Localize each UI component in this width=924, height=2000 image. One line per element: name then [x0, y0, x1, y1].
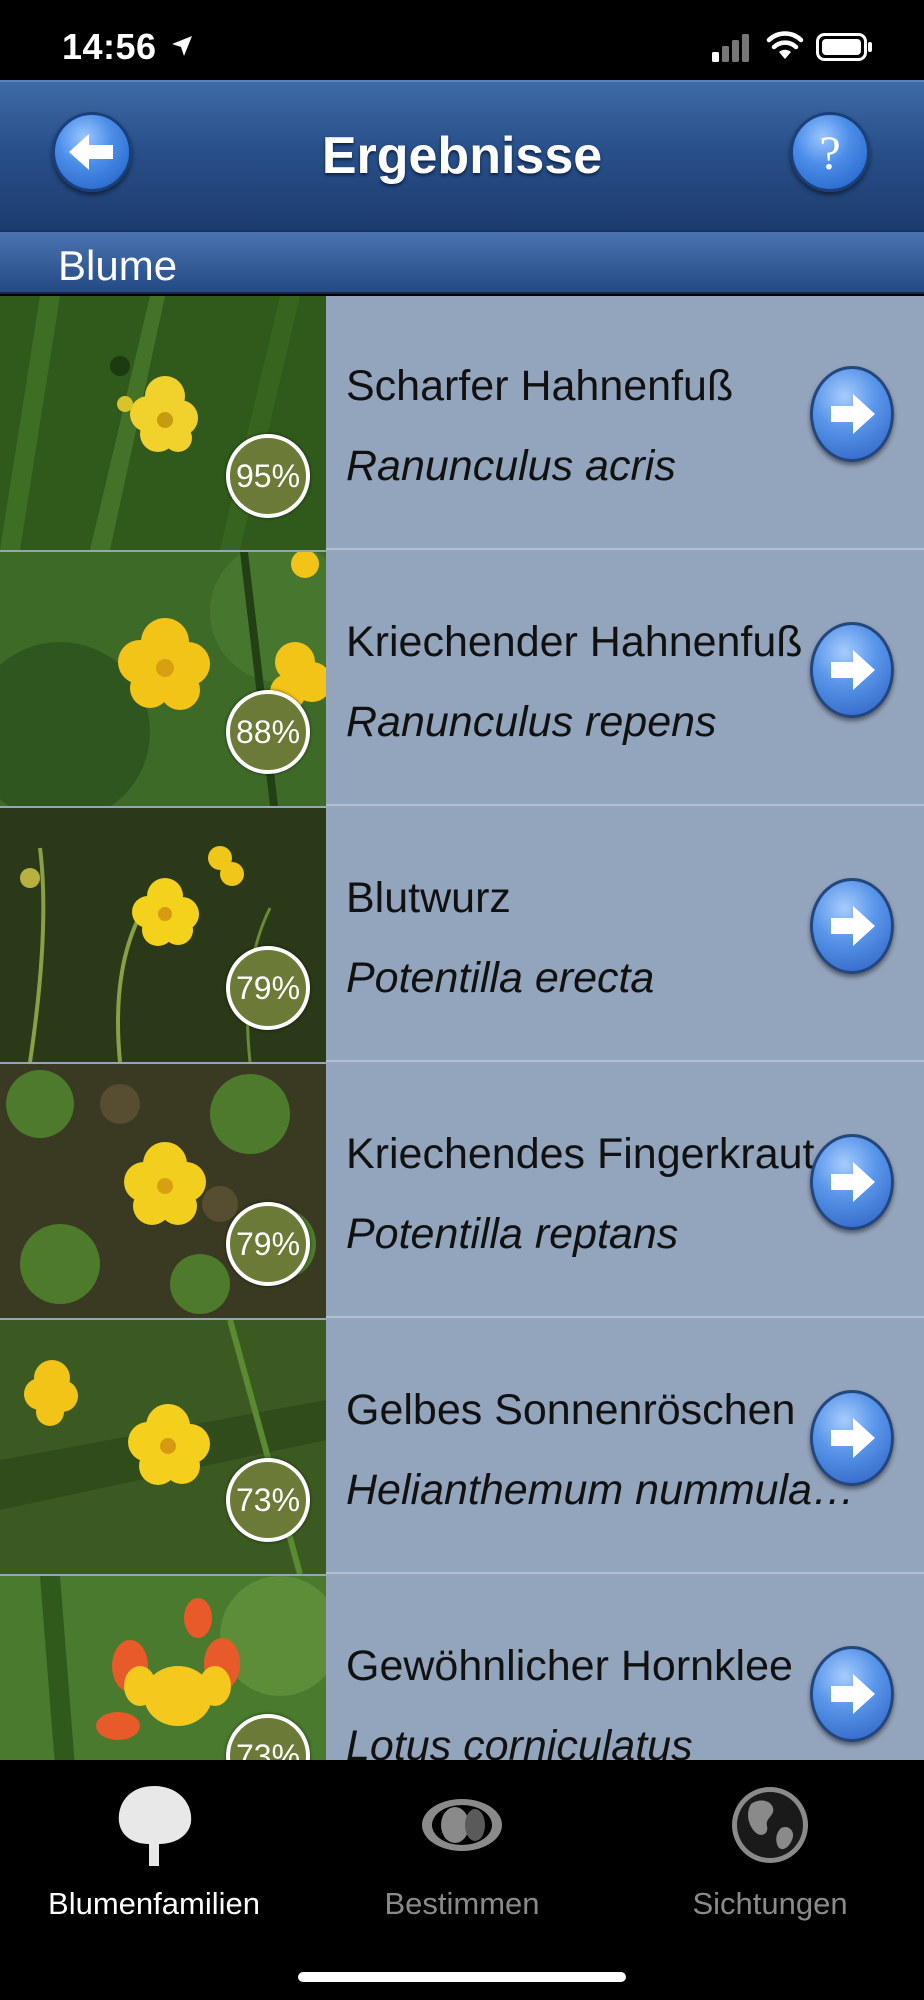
- detail-arrow-button[interactable]: [810, 366, 894, 462]
- common-name: Blutwurz: [346, 874, 511, 922]
- svg-text:?: ?: [819, 127, 840, 180]
- help-button[interactable]: ?: [790, 112, 870, 192]
- forward-arrow-icon: [831, 650, 875, 690]
- result-row[interactable]: 73% Gewöhnlicher Hornklee Lotus cornicul…: [0, 1576, 924, 1760]
- eye-icon: [422, 1799, 502, 1851]
- question-mark-icon: ?: [819, 127, 840, 180]
- navigation-bar: Ergebnisse ?: [0, 80, 924, 230]
- tab-label: Sichtungen: [692, 1886, 848, 1921]
- flower-photo: 95%: [0, 296, 326, 550]
- forward-arrow-icon: [831, 906, 875, 946]
- latin-name: Potentilla erecta: [346, 954, 655, 1002]
- forward-arrow-icon: [831, 1162, 875, 1202]
- detail-arrow-button[interactable]: [810, 1134, 894, 1230]
- match-percent-badge: 79%: [226, 946, 310, 1030]
- tab-label: Blumenfamilien: [48, 1886, 260, 1921]
- match-percent-badge: 79%: [226, 1202, 310, 1286]
- wifi-icon: [766, 31, 804, 59]
- common-name: Kriechender Hahnenfuß: [346, 618, 803, 666]
- location-arrow-icon: [172, 36, 192, 56]
- section-label: Blume: [58, 242, 178, 289]
- common-name: Gewöhnlicher Hornklee: [346, 1642, 793, 1690]
- flower-photo: 88%: [0, 552, 326, 806]
- common-name: Kriechendes Fingerkraut: [346, 1130, 815, 1178]
- match-percent-badge: 88%: [226, 690, 310, 774]
- forward-arrow-icon: [831, 394, 875, 434]
- result-row[interactable]: 88% Kriechender Hahnenfuß Ranunculus rep…: [0, 552, 924, 806]
- flower-photo: 79%: [0, 808, 326, 1062]
- tab-sichtungen[interactable]: Sichtungen: [616, 1760, 924, 1940]
- flower-photo: 73%: [0, 1320, 326, 1574]
- home-indicator: [298, 1972, 626, 1982]
- detail-arrow-button[interactable]: [810, 1646, 894, 1742]
- match-percent-badge: 73%: [226, 1458, 310, 1542]
- battery-icon: [816, 33, 872, 61]
- flower-photo: 79%: [0, 1064, 326, 1318]
- tree-icon: [118, 1786, 192, 1866]
- latin-name: Lotus corniculatus: [346, 1722, 693, 1760]
- latin-name: Potentilla reptans: [346, 1210, 679, 1258]
- tab-bestimmen[interactable]: Bestimmen: [308, 1760, 616, 1940]
- detail-arrow-button[interactable]: [810, 1390, 894, 1486]
- result-list[interactable]: 95% Scharfer Hahnenfuß Ranunculus acris …: [0, 296, 924, 1760]
- detail-arrow-button[interactable]: [810, 622, 894, 718]
- result-row[interactable]: 95% Scharfer Hahnenfuß Ranunculus acris: [0, 296, 924, 550]
- match-percent-badge: 95%: [226, 434, 310, 518]
- latin-name: Ranunculus acris: [346, 442, 676, 490]
- result-row[interactable]: 79% Blutwurz Potentilla erecta: [0, 808, 924, 1062]
- status-bar: 14:56: [0, 0, 924, 80]
- forward-arrow-icon: [831, 1418, 875, 1458]
- status-time: 14:56: [62, 26, 157, 67]
- detail-arrow-button[interactable]: [810, 878, 894, 974]
- forward-arrow-icon: [831, 1674, 875, 1714]
- tab-blumenfamilien[interactable]: Blumenfamilien: [0, 1760, 308, 1940]
- result-row[interactable]: 73% Gelbes Sonnenröschen Helianthemum nu…: [0, 1320, 924, 1574]
- latin-name: Helianthemum nummularium: [346, 1466, 864, 1514]
- tab-label: Bestimmen: [384, 1886, 540, 1921]
- result-row[interactable]: 79% Kriechendes Fingerkraut Potentilla r…: [0, 1064, 924, 1318]
- common-name: Gelbes Sonnenröschen: [346, 1386, 796, 1434]
- flower-photo: 73%: [0, 1576, 326, 1760]
- common-name: Scharfer Hahnenfuß: [346, 362, 734, 410]
- globe-icon: [732, 1787, 808, 1863]
- cellular-signal-icon: [712, 34, 749, 62]
- tab-bar: Blumenfamilien Bestimmen Sichtungen: [0, 1760, 924, 2000]
- latin-name: Ranunculus repens: [346, 698, 717, 746]
- section-header: Blume: [0, 230, 924, 294]
- page-title: Ergebnisse: [321, 127, 603, 185]
